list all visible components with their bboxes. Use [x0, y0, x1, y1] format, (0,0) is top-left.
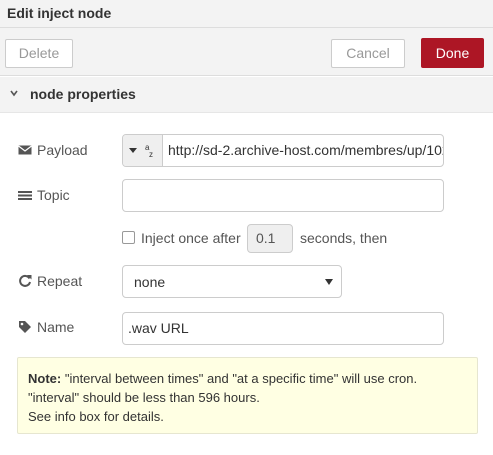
topic-label: Topic — [37, 187, 70, 203]
name-input[interactable]: .wav URL — [122, 312, 444, 345]
name-label: Name — [37, 319, 75, 335]
payload-label: Payload — [37, 142, 88, 158]
repeat-label: Repeat — [37, 273, 83, 289]
seconds-suffix-label: seconds, then — [300, 230, 388, 246]
repeat-icon — [19, 274, 32, 287]
caret-down-icon — [325, 279, 333, 285]
payload-input[interactable]: a z http://sd-2.archive-host.com/membres… — [122, 134, 444, 167]
cancel-button[interactable]: Cancel — [331, 39, 405, 68]
payload-label-row: Payload — [18, 142, 88, 158]
inject-once-label: Inject once after — [141, 230, 241, 246]
repeat-select[interactable]: none — [122, 265, 342, 298]
done-button[interactable]: Done — [421, 38, 484, 68]
section-label: node properties — [30, 86, 136, 102]
note-line-2: "interval" should be less than 596 hours… — [28, 390, 260, 405]
inject-once-checkbox[interactable] — [122, 231, 135, 244]
note-bold-label: Note: — [28, 371, 62, 386]
topic-input[interactable] — [122, 179, 444, 212]
dialog-titlebar: Edit inject node — [0, 0, 493, 28]
payload-value: http://sd-2.archive-host.com/membres/up/… — [168, 142, 444, 158]
dialog-title: Edit inject node — [7, 5, 112, 21]
payload-type-select[interactable]: a z — [123, 135, 163, 166]
note-line-3: See info box for details. — [28, 409, 164, 424]
az-string-icon: a z — [145, 143, 153, 158]
caret-down-icon — [129, 148, 137, 153]
node-properties-header[interactable]: node properties — [0, 77, 493, 113]
svg-text:z: z — [149, 150, 153, 158]
chevron-down-icon — [10, 90, 18, 97]
tag-icon — [19, 321, 31, 333]
repeat-label-row: Repeat — [18, 273, 82, 289]
name-value: .wav URL — [128, 320, 189, 336]
inject-delay-input[interactable]: 0.1 — [247, 224, 293, 253]
note-line-1: Note: "interval between times" and "at a… — [28, 369, 467, 388]
list-icon — [18, 191, 32, 200]
info-note: Note: "interval between times" and "at a… — [17, 357, 478, 434]
dialog-toolbar: Delete Cancel Done — [0, 28, 493, 76]
repeat-selected-value: none — [134, 274, 166, 290]
note-line-1-text: "interval between times" and "at a speci… — [61, 371, 418, 386]
name-label-row: Name — [18, 319, 74, 335]
envelope-icon — [18, 145, 32, 155]
delete-button[interactable]: Delete — [5, 39, 73, 68]
topic-label-row: Topic — [18, 187, 70, 203]
